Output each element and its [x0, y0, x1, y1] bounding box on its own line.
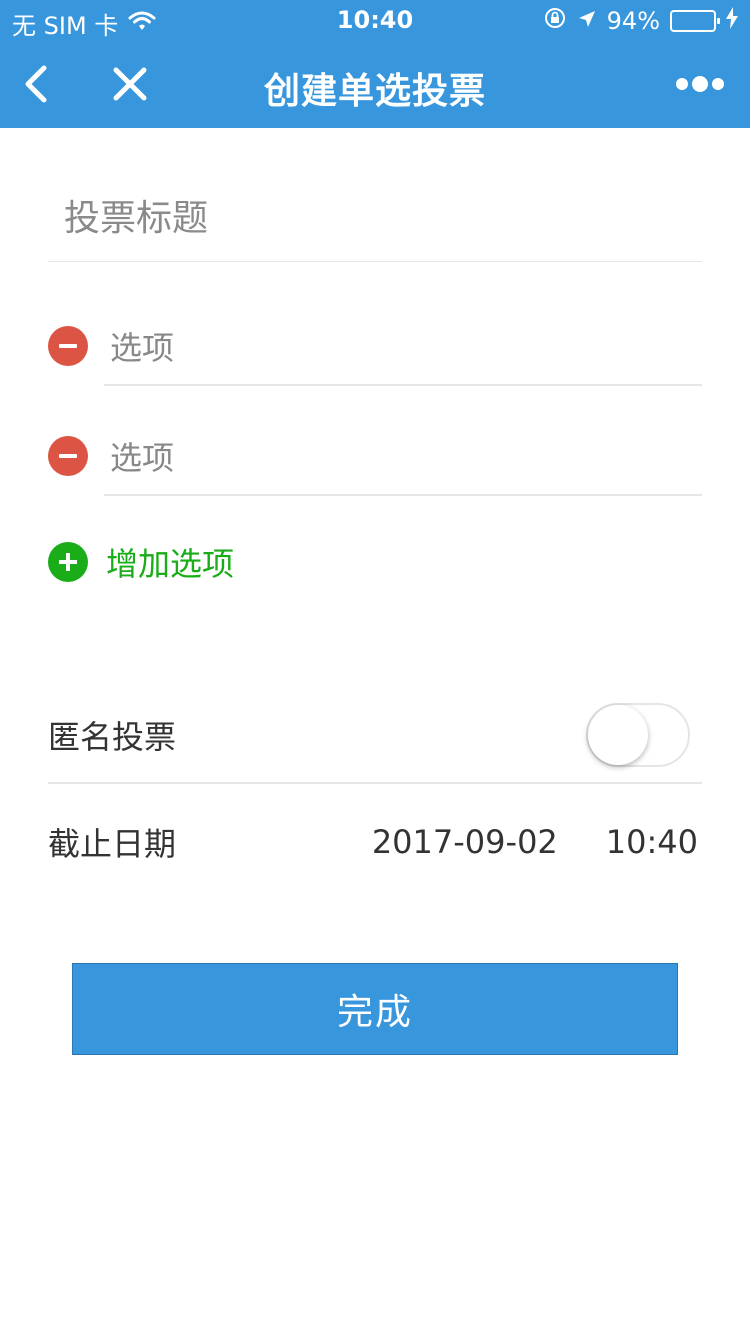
status-bar: 无 SIM 卡 10:40 94%: [0, 0, 750, 40]
option-row: [48, 424, 702, 496]
deadline-row: 截止日期 2017-09-02 10:40: [48, 806, 702, 878]
vote-title-input[interactable]: [48, 178, 702, 258]
more-dot: [712, 78, 724, 90]
deadline-date-picker[interactable]: 2017-09-02: [372, 823, 558, 861]
top-bar: 无 SIM 卡 10:40 94% 创建单选投票: [0, 0, 750, 128]
add-icon: [48, 542, 88, 582]
more-dot: [692, 76, 708, 92]
vote-title-field: [48, 178, 702, 262]
option-input[interactable]: [104, 314, 702, 382]
orientation-lock-icon: [543, 6, 567, 36]
deadline-values: 2017-09-02 10:40: [372, 823, 698, 861]
anonymous-toggle[interactable]: [586, 703, 690, 767]
charging-icon: [726, 7, 738, 35]
anonymous-row: 匿名投票: [48, 688, 702, 784]
add-option-label: 增加选项: [106, 545, 235, 583]
toggle-knob: [588, 705, 648, 765]
location-icon: [577, 7, 597, 35]
status-right: 94%: [543, 6, 738, 36]
remove-option-icon[interactable]: [48, 326, 88, 366]
done-button[interactable]: 完成: [72, 963, 678, 1055]
option-input[interactable]: [104, 424, 702, 492]
more-dots-icon[interactable]: [676, 74, 724, 94]
nav-bar: 创建单选投票: [0, 40, 750, 128]
anonymous-label: 匿名投票: [48, 718, 177, 756]
deadline-label: 截止日期: [48, 825, 177, 863]
option-row: [48, 314, 702, 386]
more-dot: [676, 78, 688, 90]
deadline-time-picker[interactable]: 10:40: [606, 823, 698, 861]
battery-percent: 94%: [606, 7, 660, 35]
add-option-button[interactable]: 增加选项: [48, 540, 234, 584]
option-field: [104, 314, 702, 386]
remove-option-icon[interactable]: [48, 436, 88, 476]
option-field: [104, 424, 702, 496]
page-title: 创建单选投票: [263, 71, 486, 112]
battery-icon: [670, 10, 720, 32]
